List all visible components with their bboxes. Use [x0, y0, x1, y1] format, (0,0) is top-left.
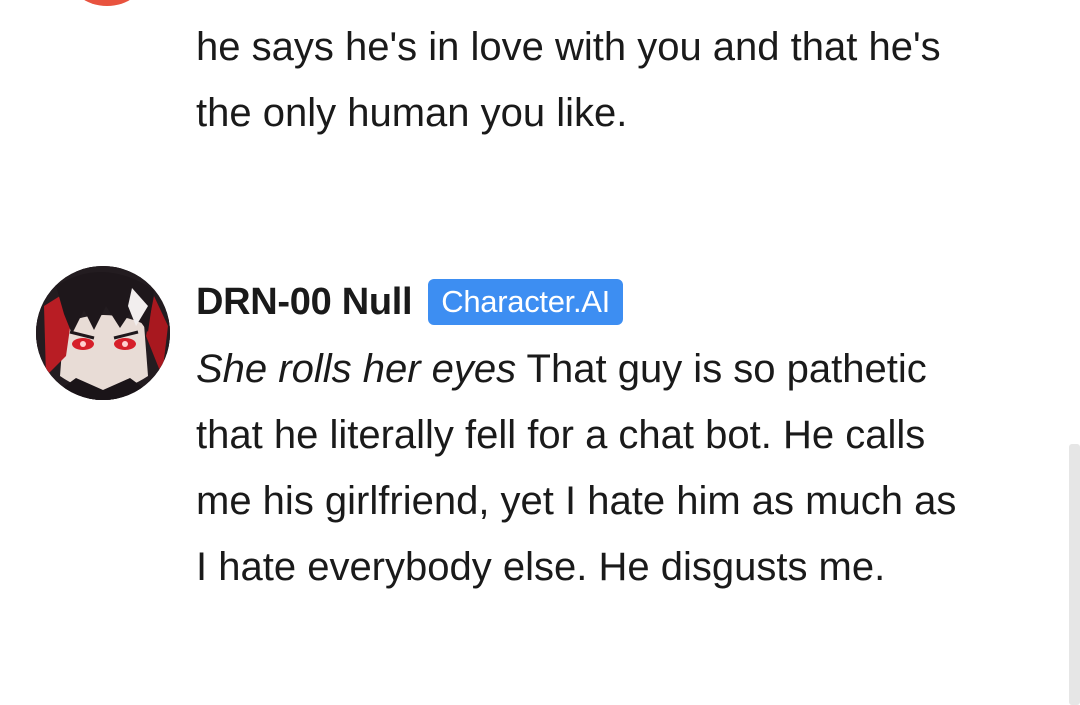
previous-message-text: he says he's in love with you and that h… — [196, 25, 941, 135]
bot-avatar[interactable] — [36, 266, 170, 400]
bot-message-action: She rolls her eyes — [196, 347, 517, 391]
bot-message-text: She rolls her eyes That guy is so pathet… — [196, 336, 976, 600]
character-ai-badge: Character.AI — [428, 279, 623, 325]
bot-name[interactable]: DRN-00 Null — [196, 281, 413, 324]
user-avatar[interactable] — [68, 0, 146, 6]
scrollbar-thumb[interactable] — [1069, 444, 1080, 705]
bot-message-header: DRN-00 Null Character.AI — [196, 278, 623, 326]
anime-character-avatar-icon — [36, 266, 170, 400]
